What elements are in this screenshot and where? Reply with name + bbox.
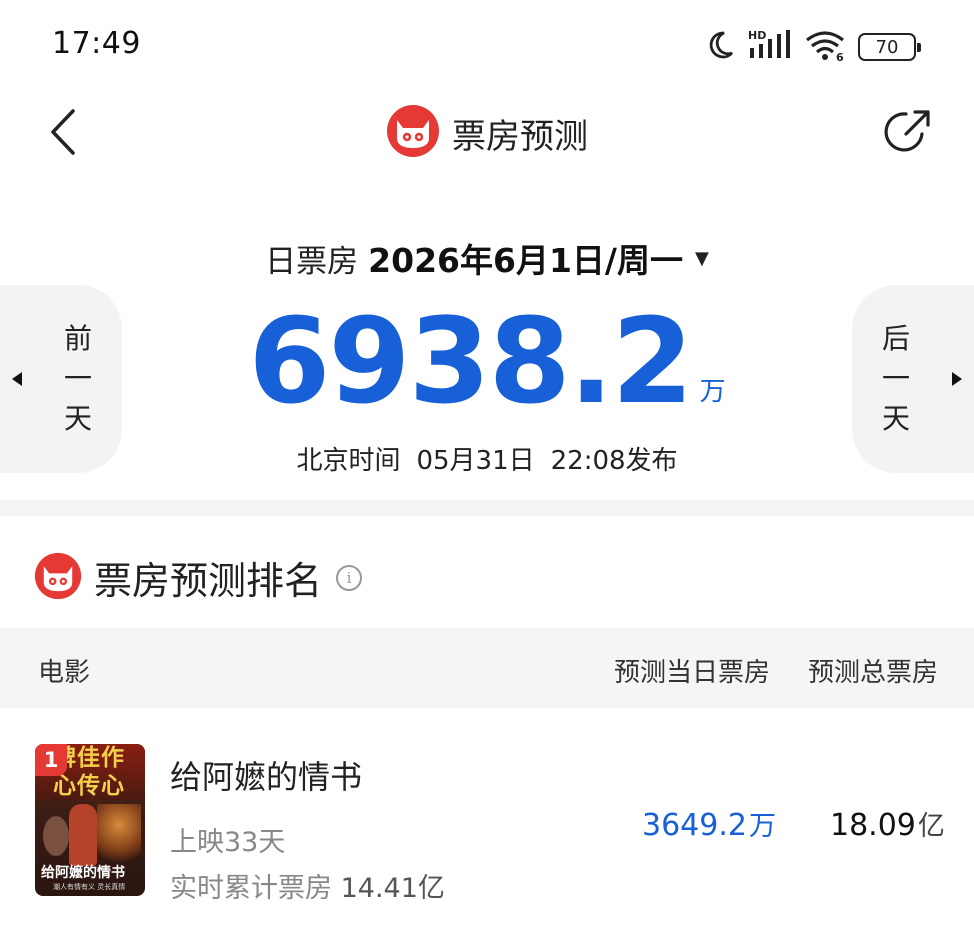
publish-info: 北京时间 05月31日 22:08发布 bbox=[0, 440, 974, 477]
maoyan-logo-icon bbox=[386, 104, 440, 162]
svg-text:HD: HD bbox=[748, 29, 766, 42]
publish-date: 05月31日 bbox=[416, 446, 535, 476]
publish-prefix: 北京时间 bbox=[296, 446, 401, 476]
date-label: 日票房 bbox=[265, 243, 359, 280]
day-forecast-unit: 万 bbox=[748, 811, 776, 842]
dropdown-arrow-icon: ▼ bbox=[694, 247, 709, 269]
section-divider bbox=[0, 500, 974, 516]
total-forecast: 18.09 亿 bbox=[830, 804, 945, 843]
arrow-right-icon bbox=[952, 372, 962, 386]
publish-time: 22:08发布 bbox=[550, 446, 678, 476]
svg-text:6: 6 bbox=[836, 51, 844, 62]
poster-title: 给阿嬷的情书 bbox=[41, 865, 125, 881]
cumulative-label: 实时累计票房 bbox=[170, 873, 332, 904]
rank-badge: 1 bbox=[35, 744, 67, 776]
poster-tagline: 潮人有情有义 灵长真情 bbox=[53, 883, 126, 891]
column-movie: 电影 bbox=[38, 658, 91, 688]
status-time: 17:49 bbox=[52, 26, 141, 61]
column-total-forecast: 预测总票房 bbox=[808, 658, 939, 688]
page-title: 票房预测 bbox=[452, 116, 588, 157]
daily-box-office: 6938.2 万 bbox=[0, 296, 974, 426]
battery-level: 70 bbox=[875, 36, 899, 58]
column-day-forecast: 预测当日票房 bbox=[614, 658, 771, 688]
moon-icon bbox=[704, 29, 736, 65]
ranking-title: 票房预测排名 bbox=[94, 559, 323, 603]
day-forecast: 3649.2 万 bbox=[642, 804, 776, 843]
next-day-label: 后 一 天 bbox=[881, 322, 910, 435]
status-bar: 17:49 HD 6 70 bbox=[0, 0, 974, 90]
movie-row[interactable]: 碑佳作 心传心 给阿嬷的情书 潮人有情有义 灵长真情 1 给阿嬷的情书 上映33… bbox=[0, 708, 974, 938]
daily-box-office-amount: 6938.2 bbox=[248, 292, 693, 430]
date-value: 2026年6月1日/周一 bbox=[368, 241, 683, 280]
nav-title-group: 票房预测 bbox=[0, 104, 974, 162]
movie-cumulative: 实时累计票房 14.41亿 bbox=[170, 866, 445, 905]
battery-icon: 70 bbox=[858, 33, 921, 61]
nav-bar: 票房预测 bbox=[0, 90, 974, 180]
total-forecast-value: 18.09 bbox=[830, 808, 916, 843]
status-icons: HD 6 70 bbox=[704, 28, 921, 66]
movie-release-days: 上映33天 bbox=[170, 827, 286, 858]
ranking-header: 票房预测排名 i bbox=[34, 550, 363, 605]
day-forecast-value: 3649.2 bbox=[642, 808, 747, 843]
maoyan-logo-icon bbox=[34, 552, 82, 604]
table-header: 电影 预测当日票房 预测总票房 bbox=[0, 628, 974, 708]
date-selector[interactable]: 日票房 2026年6月1日/周一 ▼ bbox=[0, 234, 974, 282]
hd-signal-icon: HD bbox=[748, 28, 792, 66]
wifi-icon: 6 bbox=[804, 28, 846, 66]
cumulative-value: 14.41亿 bbox=[340, 873, 445, 904]
share-button[interactable] bbox=[882, 104, 936, 158]
info-icon[interactable]: i bbox=[336, 564, 363, 591]
total-forecast-unit: 亿 bbox=[917, 811, 945, 842]
share-icon bbox=[884, 110, 930, 152]
movie-title: 给阿嬷的情书 bbox=[170, 758, 363, 796]
daily-box-office-unit: 万 bbox=[699, 377, 726, 407]
